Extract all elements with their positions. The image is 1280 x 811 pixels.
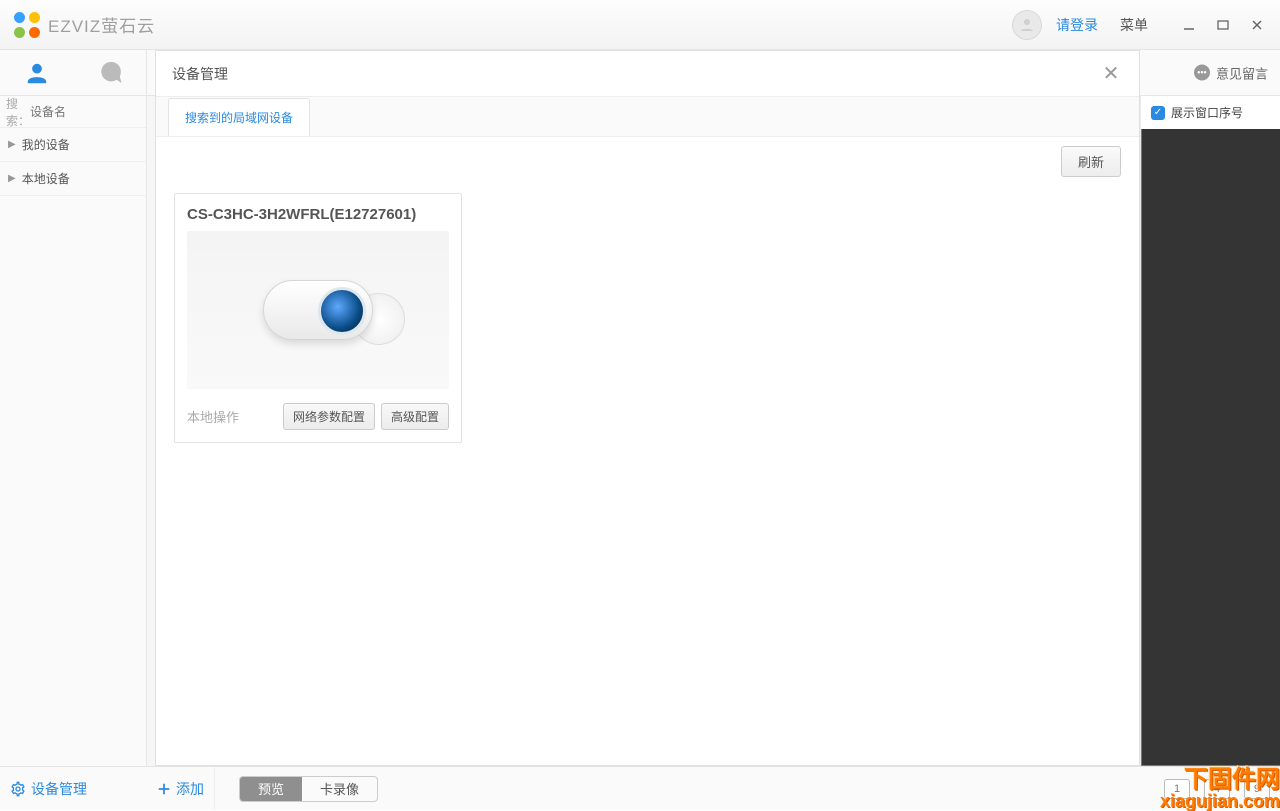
dialog-close-icon[interactable]: ✕ [1099,61,1123,86]
close-window-button[interactable] [1242,10,1272,40]
bottom-left-group: 设备管理 添加 [0,767,215,810]
title-bar: EZVIZ萤石云 请登录 菜单 [0,0,1280,50]
checkbox-checked-icon: ✓ [1151,106,1165,120]
camera-body-graphic [263,280,373,340]
layout-buttons: 1 4 9 下固件网 xiagujian.com [1164,779,1280,799]
tree-my-devices-label: 我的设备 [22,136,70,153]
brand-text: EZVIZ萤石云 [48,12,155,37]
dialog-title: 设备管理 [172,64,228,84]
layout-9-button[interactable]: 9 [1244,779,1270,799]
local-op-label: 本地操作 [187,407,239,426]
menu-link[interactable]: 菜单 [1120,15,1148,35]
device-manage-button[interactable]: 设备管理 [10,779,87,799]
show-window-seq-toggle[interactable]: ✓ 展示窗口序号 [1141,96,1280,129]
advanced-config-button[interactable]: 高级配置 [381,403,449,430]
tab-lan-devices[interactable]: 搜索到的局域网设备 [168,98,310,136]
device-name-label: CS-C3HC-3H2WFRL(E12727601) [187,206,449,223]
seg-record[interactable]: 卡录像 [302,777,377,801]
plus-icon [157,782,171,796]
feedback-label: 意见留言 [1216,63,1268,82]
network-config-button[interactable]: 网络参数配置 [283,403,375,430]
dialog-tabs: 搜索到的局域网设备 [156,97,1139,137]
device-manager-dialog: 设备管理 ✕ 搜索到的局域网设备 刷新 CS-C3HC-3H2WFRL(E127… [155,50,1140,766]
search-row: 搜索： ✕ 🔍 [0,96,146,128]
user-avatar-icon[interactable] [1012,10,1042,40]
tree-my-devices[interactable]: ▶ 我的设备 [0,128,146,162]
chevron-right-icon: ▶ [8,139,16,150]
login-link[interactable]: 请登录 [1056,15,1098,35]
minimize-button[interactable] [1174,10,1204,40]
sidebar: 搜索： ✕ 🔍 ▶ 我的设备 ▶ 本地设备 [0,96,147,766]
show-seq-label: 展示窗口序号 [1171,104,1243,121]
layout-1-button[interactable]: 1 [1164,779,1190,799]
view-mode-segment: 预览 卡录像 [239,776,378,802]
right-panel: ✓ 展示窗口序号 [1140,96,1280,766]
left-icon-tabs [0,50,147,95]
center-pane: 设备管理 ✕ 搜索到的局域网设备 刷新 CS-C3HC-3H2WFRL(E127… [147,96,1140,766]
preview-viewport[interactable] [1141,129,1280,766]
body-area: 搜索： ✕ 🔍 ▶ 我的设备 ▶ 本地设备 设备管理 ✕ 搜索到的局域网设备 刷新 … [0,96,1280,766]
device-footer: 本地操作 网络参数配置 高级配置 [187,403,449,430]
maximize-button[interactable] [1208,10,1238,40]
tree-local-devices-label: 本地设备 [22,170,70,187]
add-device-button[interactable]: 添加 [157,779,204,799]
app-logo-icon [14,12,40,38]
tab-chat-icon[interactable] [73,60,146,86]
device-card: CS-C3HC-3H2WFRL(E12727601) 本地操作 网络参数配置 高… [174,193,462,443]
refresh-button[interactable]: 刷新 [1061,146,1121,177]
tree-local-devices[interactable]: ▶ 本地设备 [0,162,146,196]
dialog-header: 设备管理 ✕ [156,51,1139,97]
tab-contacts-icon[interactable] [0,60,73,86]
feedback-bubble-icon: ••• [1194,65,1210,81]
camera-lens-graphic [318,287,366,335]
feedback-link[interactable]: ••• 意见留言 [1194,63,1268,82]
bottom-bar: 设备管理 添加 预览 卡录像 1 4 9 下固件网 xiagujian.com [0,766,1280,810]
device-grid: CS-C3HC-3H2WFRL(E12727601) 本地操作 网络参数配置 高… [156,185,1139,451]
search-label: 搜索： [6,95,30,129]
add-device-label: 添加 [176,779,204,799]
device-manage-label: 设备管理 [31,779,87,799]
device-thumbnail [187,231,449,389]
chevron-right-icon: ▶ [8,173,16,184]
layout-4-button[interactable]: 4 [1204,779,1230,799]
gear-icon [10,781,26,797]
seg-preview[interactable]: 预览 [240,777,302,801]
dialog-toolbar: 刷新 [156,137,1139,185]
